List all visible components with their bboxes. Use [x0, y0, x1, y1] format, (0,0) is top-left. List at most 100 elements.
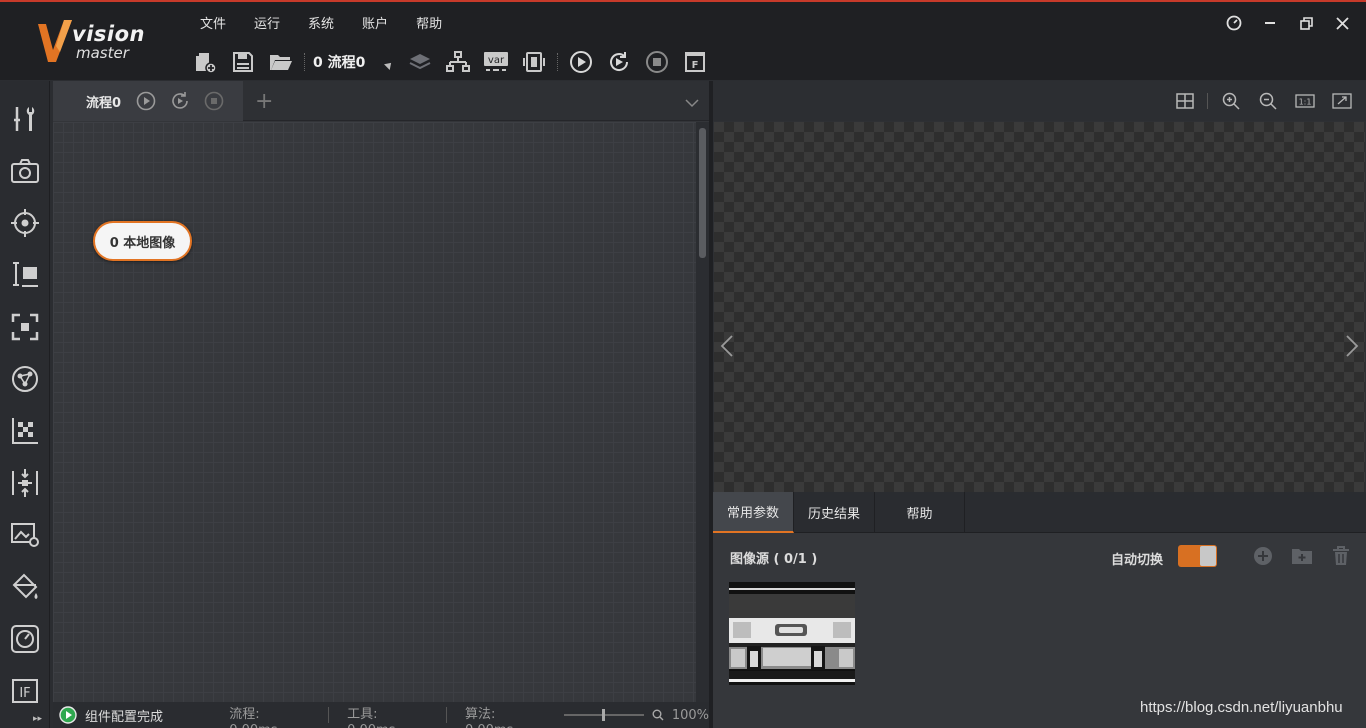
chevron-down-icon[interactable] — [685, 93, 699, 112]
expand-sidebar-icon[interactable]: ▸▸ — [33, 714, 42, 724]
trash-icon — [1332, 546, 1349, 565]
recognition-tool[interactable] — [5, 307, 45, 347]
add-image-button[interactable] — [1243, 544, 1282, 568]
flow-stop-button[interactable] — [203, 90, 225, 112]
close-button[interactable] — [1324, 12, 1360, 34]
flow-tab-label: 流程0 — [86, 95, 122, 111]
new-solution-button[interactable] — [186, 47, 224, 77]
flow-tree-icon — [446, 51, 471, 72]
clock-button[interactable] — [1216, 12, 1252, 34]
global-script-button[interactable]: F — [676, 47, 714, 77]
flow-run-once-button[interactable] — [135, 90, 157, 112]
parameter-tabs: 常用参数 历史结果 帮助 — [713, 492, 1366, 533]
zoom-out-button[interactable] — [1249, 87, 1286, 115]
add-folder-button[interactable] — [1282, 544, 1321, 568]
zoom-slider-knob[interactable] — [601, 709, 605, 721]
tab-help[interactable]: 帮助 — [875, 492, 965, 533]
clock-icon — [1226, 15, 1242, 31]
zoom-in-button[interactable] — [1212, 87, 1249, 115]
defect-detection-tool[interactable] — [5, 567, 45, 607]
position-tool[interactable] — [5, 203, 45, 243]
logic-tool[interactable] — [5, 619, 45, 659]
tab-common-params[interactable]: 常用参数 — [713, 492, 794, 533]
run-loop-button[interactable] — [600, 47, 638, 77]
vision-master-window: vision master 文件 运行 系统 账户 帮助 0 流程0 var F… — [0, 0, 1366, 728]
run-once-button[interactable] — [562, 47, 600, 77]
flow-node-label: 0 本地图像 — [109, 235, 176, 251]
status-bar: 组件配置完成 流程: 0.00ms 工具: 0.00ms 算法: 0.00ms … — [53, 702, 709, 728]
zoom-percent: 100% — [671, 707, 709, 723]
zoom-slider[interactable] — [563, 709, 644, 721]
flow-time: 流程: 0.00ms — [211, 707, 330, 728]
zoom-control: 100% — [563, 707, 709, 723]
open-button[interactable] — [262, 47, 300, 77]
variable-button[interactable]: var — [477, 47, 515, 77]
fullscreen-icon — [1331, 93, 1352, 109]
menu-help[interactable]: 帮助 — [402, 11, 456, 34]
image-display-area[interactable] — [714, 122, 1365, 492]
capture-image-tool[interactable] — [5, 99, 45, 139]
menu-account[interactable]: 账户 — [348, 11, 402, 34]
flow-tree-button[interactable] — [439, 47, 477, 77]
status-message: 组件配置完成 — [53, 706, 211, 725]
vertical-scroll-thumb[interactable] — [699, 128, 706, 258]
restore-button[interactable] — [1288, 12, 1324, 34]
close-icon — [1335, 16, 1349, 30]
tab-flow0[interactable]: 流程0 — [53, 81, 243, 121]
add-flow-tab-icon[interactable]: + — [255, 89, 273, 114]
layers-button[interactable] — [401, 47, 439, 77]
algorithm-time: 算法: 0.00ms — [464, 707, 513, 728]
target-icon — [11, 209, 39, 237]
flow-run-loop-button[interactable] — [169, 90, 191, 112]
color-processing-tool[interactable] — [5, 515, 45, 555]
device-button[interactable] — [515, 47, 553, 77]
image-toolbar-separator — [1207, 93, 1208, 109]
tab-history-results[interactable]: 历史结果 — [794, 492, 875, 533]
measure-tool[interactable] — [5, 255, 45, 295]
zoom-search-icon — [652, 709, 664, 721]
calibration-tool[interactable] — [5, 359, 45, 399]
menu-run[interactable]: 运行 — [240, 11, 294, 34]
actual-size-button[interactable]: 1:1 — [1286, 87, 1323, 115]
window-controls — [1216, 12, 1360, 34]
contrast-tool[interactable] — [5, 411, 45, 451]
image-thumbnail[interactable] — [729, 582, 855, 685]
add-circle-icon — [1253, 547, 1272, 565]
image-processing-tool[interactable] — [5, 463, 45, 503]
measure-icon — [13, 262, 38, 287]
device-icon — [523, 52, 546, 72]
tool-wrench-icon — [14, 107, 35, 131]
flow-selector-caret-icon — [384, 60, 395, 70]
fullscreen-button[interactable] — [1323, 87, 1360, 115]
save-button[interactable] — [224, 47, 262, 77]
variable-icon: var — [484, 52, 509, 71]
delete-image-button[interactable] — [1321, 544, 1360, 568]
if-tool[interactable]: IF — [5, 671, 45, 711]
minimize-button[interactable] — [1252, 12, 1288, 34]
auto-switch-toggle[interactable] — [1178, 545, 1217, 567]
flow-panel: 流程0 + 0 本地图像 组件配置完成 流程: 工具: 算法: 100% — [53, 81, 709, 728]
focus-frame-icon — [11, 313, 39, 341]
fit-grid-button[interactable] — [1166, 87, 1203, 115]
layers-icon — [409, 54, 431, 70]
app-logo: vision master — [36, 18, 156, 66]
play-circle-icon — [136, 91, 156, 111]
menu-system[interactable]: 系统 — [294, 11, 348, 34]
flow-node-local-image[interactable]: 0 本地图像 — [93, 221, 192, 261]
paint-bucket-icon — [12, 573, 38, 599]
open-folder-icon — [270, 55, 292, 70]
gauge-icon — [11, 625, 39, 653]
logo-word-master: master — [76, 44, 129, 62]
next-image-icon[interactable] — [1345, 334, 1359, 362]
flow-canvas[interactable]: 0 本地图像 — [53, 122, 696, 702]
main-toolbar: 0 流程0 var F — [186, 46, 714, 78]
camera-tool[interactable] — [5, 151, 45, 191]
previous-image-icon[interactable] — [720, 334, 734, 362]
menu-file[interactable]: 文件 — [186, 11, 240, 34]
svg-text:var: var — [488, 55, 505, 66]
stop-button[interactable] — [638, 47, 676, 77]
flow-selector[interactable]: 0 流程0 — [309, 47, 401, 77]
canvas-vertical-scrollbar[interactable] — [696, 122, 709, 702]
if-icon: IF — [12, 679, 38, 703]
svg-text:1:1: 1:1 — [1298, 98, 1311, 107]
